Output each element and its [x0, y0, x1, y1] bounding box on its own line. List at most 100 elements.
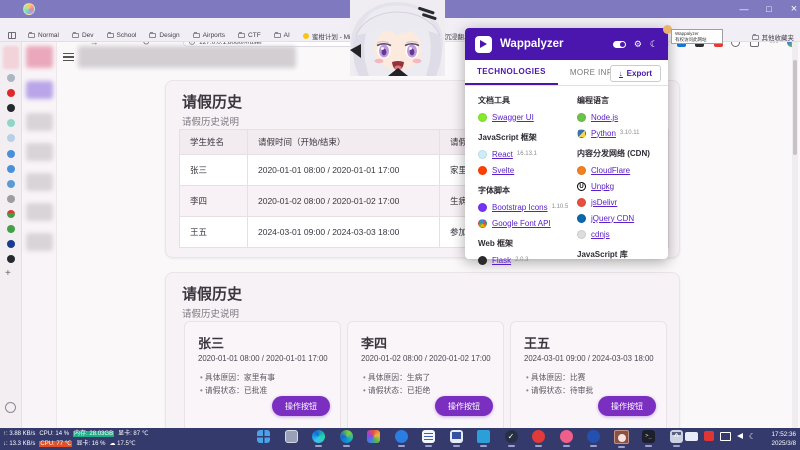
tech-link[interactable]: Node.js — [591, 113, 618, 122]
tech-version: 2.0.3 — [515, 257, 529, 263]
tech-item[interactable]: cdnjs — [577, 226, 665, 242]
taskbar-app-todo[interactable]: ✓ — [504, 430, 519, 448]
tab-favicon[interactable] — [7, 240, 15, 248]
bookmark-folder[interactable]: CTF — [238, 32, 261, 39]
tab-favicon-github[interactable] — [7, 255, 15, 263]
taskbar-app-reader[interactable] — [421, 430, 436, 448]
tech-item[interactable]: Bootstrap Icons 1.10.5 — [478, 199, 570, 215]
tech-item[interactable]: Svelte — [478, 162, 570, 178]
traffic-monitor[interactable]: ↑: 3.88 KB/s CPU: 14 % 内存: 28.03GB 显卡: 87 ℃… — [3, 429, 153, 449]
tray-app-icon[interactable] — [703, 431, 714, 441]
taskbar-clock[interactable]: 17:52:36 2025/3/8 — [771, 430, 796, 448]
task-view-button[interactable] — [284, 430, 299, 448]
folder-icon — [106, 32, 114, 38]
tech-link[interactable]: React — [492, 150, 513, 159]
censored-nav-item[interactable] — [26, 173, 53, 191]
taskbar-app-terminal[interactable]: >_ — [641, 430, 656, 448]
tech-link[interactable]: Bootstrap Icons — [492, 203, 548, 212]
tech-item[interactable]: Python 3.10.11 — [577, 125, 665, 141]
tab-favicon[interactable] — [7, 210, 15, 218]
tech-link[interactable]: jQuery CDN — [591, 214, 634, 223]
tech-item[interactable]: Flask 2.0.3 — [478, 252, 570, 268]
tab-favicon[interactable] — [7, 180, 15, 188]
menu-hamburger-icon[interactable] — [63, 53, 74, 61]
tab-favicon-github[interactable] — [7, 104, 15, 112]
tech-link[interactable]: Svelte — [492, 166, 514, 175]
tech-link[interactable]: Flask — [492, 256, 511, 265]
tab-favicon[interactable] — [7, 74, 15, 82]
volume-icon[interactable] — [736, 433, 743, 439]
taskbar-app-vscode[interactable] — [476, 430, 491, 448]
input-method-icon[interactable] — [684, 431, 698, 441]
minimize-button[interactable]: — — [733, 0, 755, 18]
tech-link[interactable]: Swagger UI — [492, 113, 534, 122]
browser-profile-icon[interactable] — [23, 3, 35, 15]
enable-toggle[interactable] — [612, 40, 626, 48]
tech-item[interactable]: U Unpkg — [577, 178, 665, 194]
start-button[interactable] — [256, 430, 271, 448]
close-button[interactable]: × — [783, 0, 800, 18]
tech-link[interactable]: Unpkg — [591, 182, 614, 191]
taskbar-app-music[interactable] — [531, 430, 546, 448]
tech-item[interactable]: Node.js — [577, 109, 665, 125]
tab-favicon[interactable] — [7, 134, 15, 142]
tab-favicon[interactable] — [7, 119, 15, 127]
bookmark-folder[interactable]: Airports — [192, 32, 225, 39]
tech-item[interactable]: Google Font API — [478, 215, 570, 231]
tab-technologies[interactable]: TECHNOLOGIES — [465, 60, 558, 85]
tech-link[interactable]: Python — [591, 129, 616, 138]
censored-nav-item[interactable] — [26, 143, 53, 161]
theme-moon-icon[interactable]: ☾ — [650, 39, 658, 49]
bookmark-folder[interactable]: Dev — [71, 32, 94, 39]
taskbar-app-pink[interactable] — [559, 430, 574, 448]
tab-favicon[interactable] — [7, 195, 15, 203]
censored-nav-item[interactable] — [26, 81, 53, 99]
action-button[interactable]: 操作按钮 — [435, 396, 493, 416]
taskbar-app-navy[interactable] — [586, 430, 601, 448]
folder-icon — [273, 32, 281, 38]
tray-chevron-up-icon[interactable]: ^ — [674, 432, 679, 441]
censored-nav-item[interactable] — [26, 233, 53, 251]
tech-link[interactable]: jsDelivr — [591, 198, 617, 207]
bookmark-folder[interactable]: AI — [273, 32, 290, 39]
maximize-button[interactable]: □ — [758, 0, 780, 18]
folder-icon — [28, 32, 35, 38]
tech-item[interactable]: Swagger UI — [478, 109, 570, 125]
sidebar-toggle-icon[interactable] — [8, 32, 16, 39]
tab-favicon[interactable] — [7, 150, 15, 158]
tech-item[interactable]: React 16.13.1 — [478, 146, 570, 162]
tech-link[interactable]: cdnjs — [591, 230, 610, 239]
taskbar-app-remote[interactable] — [449, 430, 464, 448]
active-tab-thumbnail[interactable] — [3, 46, 19, 69]
taskbar-app-browser2[interactable] — [339, 430, 354, 448]
other-favorites[interactable]: 其他收藏夹 — [751, 32, 794, 42]
taskbar-app-photos[interactable] — [366, 430, 381, 448]
censored-nav-item[interactable] — [26, 113, 53, 131]
taskbar-app-edge[interactable] — [311, 430, 326, 448]
tech-link[interactable]: Google Font API — [492, 219, 551, 228]
bookmark-folder[interactable]: Design — [149, 32, 180, 39]
action-button[interactable]: 操作按钮 — [598, 396, 656, 416]
tech-link[interactable]: CloudFlare — [591, 166, 630, 175]
tray-display-icon[interactable] — [719, 431, 731, 441]
new-tab-button[interactable]: + — [5, 268, 11, 279]
do-not-disturb-icon[interactable]: ☾ — [749, 432, 756, 441]
page-scrollbar-thumb[interactable] — [793, 60, 797, 155]
bookmark-folder[interactable]: School — [106, 32, 136, 39]
tab-strip-settings-icon[interactable] — [5, 402, 16, 413]
export-button[interactable]: ↓ Export — [609, 65, 661, 82]
taskbar-app-blue[interactable] — [394, 430, 409, 448]
tab-favicon[interactable] — [7, 225, 15, 233]
censored-nav-item-active[interactable] — [26, 46, 53, 68]
tech-item[interactable]: jsDelivr — [577, 194, 665, 210]
censored-nav-item[interactable] — [26, 203, 53, 221]
action-button[interactable]: 操作按钮 — [272, 396, 330, 416]
taskbar-app-avatar-active[interactable] — [613, 430, 629, 448]
tech-item[interactable]: jQuery CDN — [577, 210, 665, 226]
tech-item[interactable]: CloudFlare — [577, 162, 665, 178]
settings-gear-icon[interactable]: ⚙ — [634, 39, 642, 49]
tab-favicon[interactable] — [7, 165, 15, 173]
tab-favicon-youtube[interactable] — [7, 89, 15, 97]
windows-logo-icon — [257, 430, 270, 443]
bookmark-folder[interactable]: Normal — [28, 32, 59, 39]
